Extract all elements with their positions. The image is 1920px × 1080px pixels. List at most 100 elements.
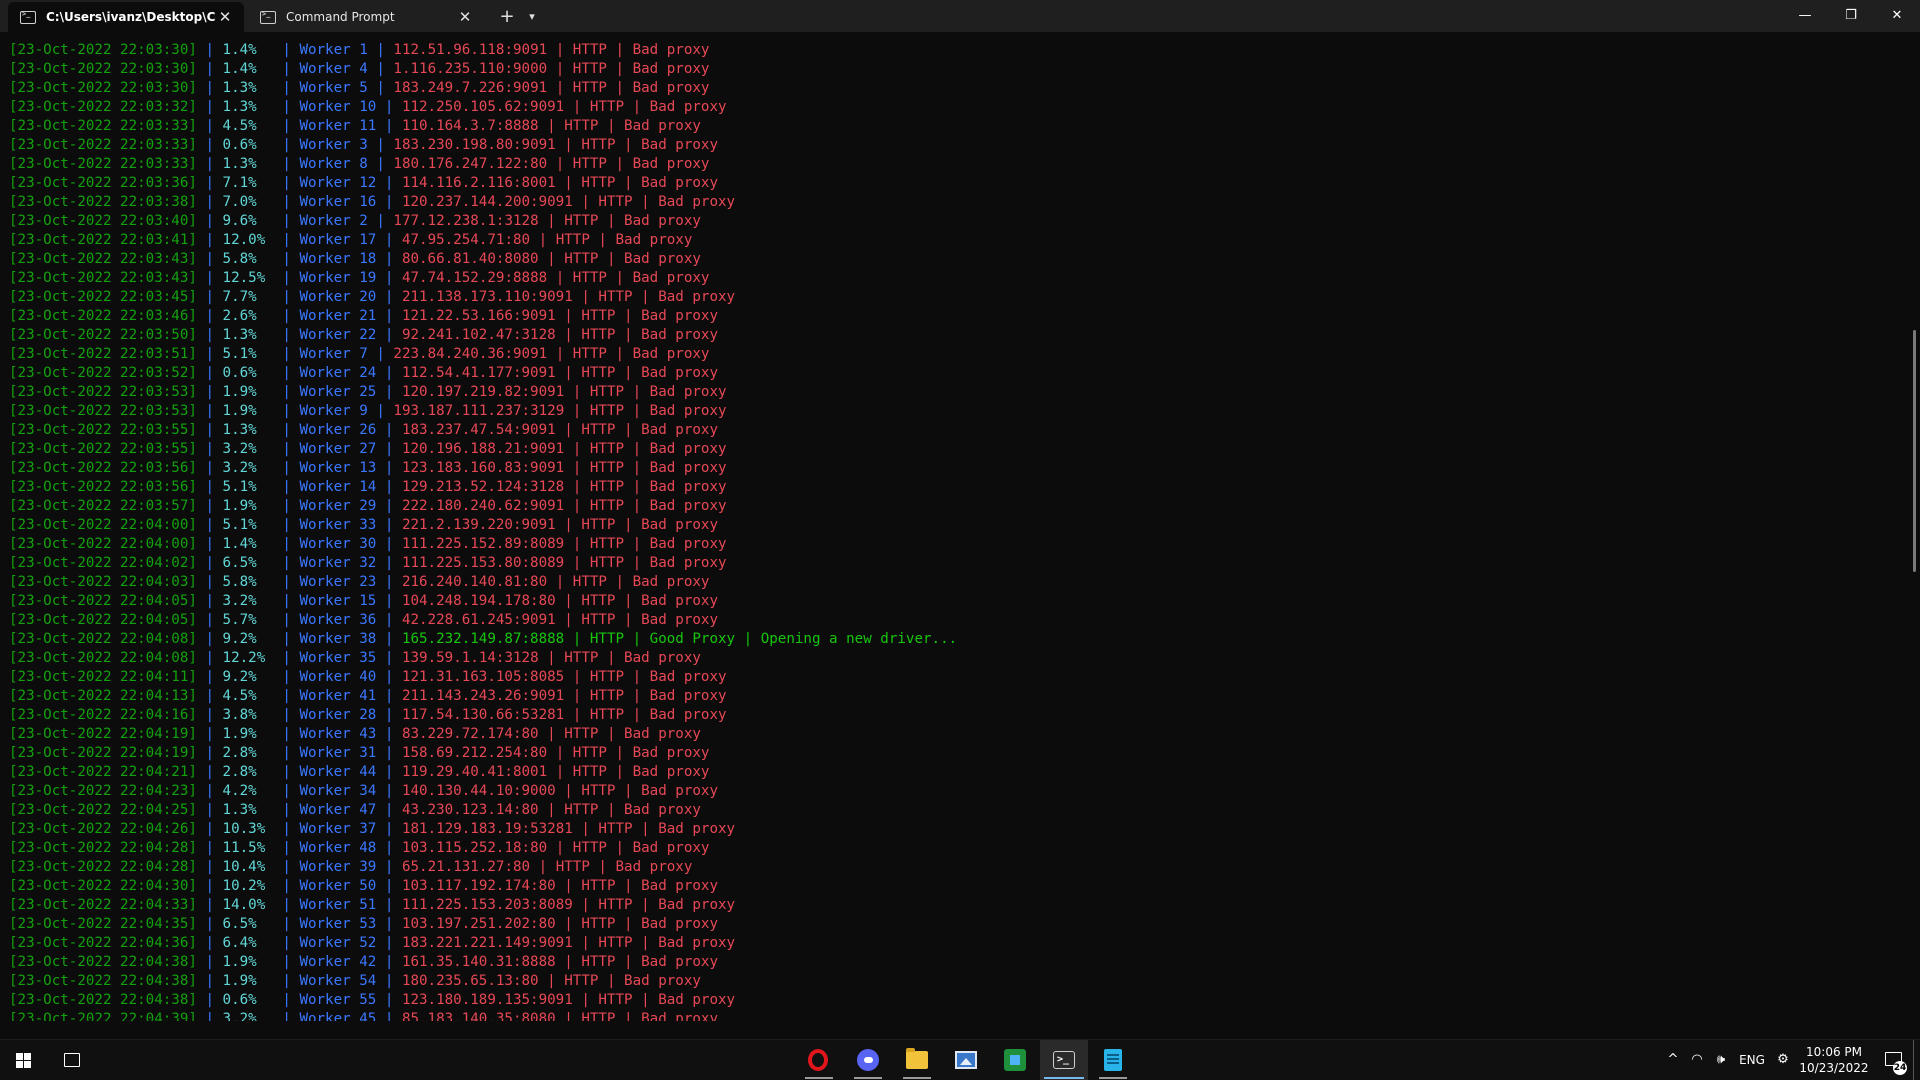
log-protocol: HTTP	[572, 764, 607, 780]
log-separator: |	[376, 745, 402, 761]
notepad-taskbar-button[interactable]	[1089, 1040, 1137, 1080]
start-button[interactable]	[0, 1040, 48, 1080]
log-padding	[257, 612, 283, 628]
log-line: [23-Oct-2022 22:03:33] | 4.5% | Worker 1…	[9, 117, 1900, 136]
system-tray: ^ ◠ 🕪 ENG ⚙ 10:06 PM 10/23/2022 24	[1661, 1040, 1920, 1080]
log-percent: 11.5%	[222, 840, 266, 856]
tab-codi[interactable]: C:\Users\ivanz\Desktop\Codi ✕	[8, 2, 244, 32]
log-proxy: 158.69.212.254:80	[401, 745, 548, 761]
log-protocol: HTTP	[589, 631, 625, 647]
language-indicator[interactable]: ENG	[1733, 1053, 1771, 1067]
log-percent: 12.5%	[222, 270, 266, 286]
store-taskbar-button[interactable]	[991, 1040, 1039, 1080]
log-separator: |	[282, 346, 300, 362]
log-percent: 4.5%	[222, 688, 257, 704]
log-separator: |	[564, 479, 590, 495]
log-separator: |	[538, 650, 565, 666]
log-percent: 5.1%	[222, 346, 257, 362]
log-proxy: 120.197.219.82:9091	[401, 384, 565, 400]
log-separator: |	[367, 61, 394, 77]
scrollbar[interactable]	[1913, 330, 1916, 572]
close-icon[interactable]: ✕	[456, 8, 474, 26]
log-line: [23-Oct-2022 22:04:00] | 5.1% | Worker 3…	[9, 516, 1900, 535]
log-timestamp: [23-Oct-2022 22:03:30]	[9, 61, 197, 77]
log-proxy: 183.237.47.54:9091	[401, 422, 556, 438]
notification-button[interactable]: 24	[1873, 1040, 1913, 1080]
log-proxy: 103.197.251.202:80	[401, 916, 556, 932]
log-worker: Worker 28	[299, 707, 377, 723]
log-line: [23-Oct-2022 22:03:57] | 1.9% | Worker 2…	[9, 497, 1900, 516]
log-worker: Worker 26	[299, 422, 377, 438]
log-separator: |	[196, 498, 223, 514]
log-worker: Worker 13	[299, 460, 377, 476]
log-proxy: 183.249.7.226:9091	[393, 80, 548, 96]
chevron-down-icon[interactable]: ▾	[522, 2, 542, 32]
file-explorer-taskbar-button[interactable]	[893, 1040, 941, 1080]
minimize-button[interactable]: —	[1782, 0, 1828, 32]
log-protocol: HTTP	[589, 441, 625, 457]
show-hidden-icons-icon[interactable]: ^	[1661, 1040, 1685, 1080]
log-separator: |	[196, 631, 223, 647]
log-protocol: HTTP	[589, 498, 625, 514]
log-padding	[257, 992, 283, 1008]
log-timestamp: [23-Oct-2022 22:03:56]	[9, 460, 197, 476]
log-separator: |	[196, 194, 223, 210]
tab-command-prompt[interactable]: Command Prompt ✕	[248, 2, 484, 32]
log-percent: 1.9%	[222, 726, 257, 742]
log-padding	[257, 99, 283, 115]
log-proxy: 120.196.188.21:9091	[401, 441, 565, 457]
log-status: Bad proxy	[632, 764, 710, 780]
new-tab-button[interactable]: +	[492, 2, 522, 32]
log-padding	[257, 593, 283, 609]
log-status: Bad proxy	[649, 555, 727, 571]
log-line: [23-Oct-2022 22:04:38] | 1.9% | Worker 4…	[9, 953, 1900, 972]
log-separator: |	[632, 289, 659, 305]
log-separator: |	[282, 726, 300, 742]
volume-icon[interactable]: 🕪	[1709, 1040, 1733, 1080]
show-desktop-button[interactable]	[1913, 1040, 1920, 1080]
log-protocol: HTTP	[572, 42, 607, 58]
log-separator: |	[196, 346, 223, 362]
log-separator: |	[196, 422, 223, 438]
terminal-output[interactable]: [23-Oct-2022 22:03:30] | 1.4% | Worker 1…	[9, 41, 1900, 1021]
log-separator: |	[538, 251, 565, 267]
photos-taskbar-button[interactable]	[942, 1040, 990, 1080]
log-worker: Worker 5	[299, 80, 368, 96]
log-protocol: HTTP	[564, 726, 599, 742]
log-timestamp: [23-Oct-2022 22:03:57]	[9, 498, 197, 514]
log-line: [23-Oct-2022 22:03:36] | 7.1% | Worker 1…	[9, 174, 1900, 193]
log-separator: |	[376, 707, 402, 723]
log-worker: Worker 44	[299, 764, 377, 780]
log-separator: |	[555, 137, 582, 153]
close-icon[interactable]: ✕	[216, 8, 234, 26]
log-line: [23-Oct-2022 22:03:33] | 0.6% | Worker 3…	[9, 136, 1900, 155]
log-status: Bad proxy	[641, 327, 718, 343]
log-separator: |	[555, 783, 582, 799]
log-line: [23-Oct-2022 22:04:05] | 3.2% | Worker 1…	[9, 592, 1900, 611]
close-window-button[interactable]: ✕	[1874, 0, 1920, 32]
maximize-button[interactable]: ❐	[1828, 0, 1874, 32]
log-protocol: HTTP	[581, 422, 616, 438]
network-icon[interactable]: ◠	[1685, 1040, 1709, 1080]
log-padding	[257, 935, 283, 951]
task-view-button[interactable]	[56, 1040, 88, 1080]
log-separator: |	[282, 327, 300, 343]
log-separator: |	[538, 802, 565, 818]
log-status: Bad proxy	[649, 498, 727, 514]
opera-taskbar-button[interactable]	[795, 1040, 843, 1080]
log-status: Bad proxy	[641, 517, 718, 533]
log-line: [23-Oct-2022 22:03:55] | 3.2% | Worker 2…	[9, 440, 1900, 459]
log-separator: |	[282, 1011, 300, 1021]
log-status: Bad proxy	[641, 783, 718, 799]
log-timestamp: [23-Oct-2022 22:03:52]	[9, 365, 197, 381]
log-separator: |	[376, 498, 402, 514]
log-line: [23-Oct-2022 22:04:30] | 10.2% | Worker …	[9, 877, 1900, 896]
settings-icon[interactable]: ⚙	[1771, 1040, 1795, 1080]
log-status: Bad proxy	[632, 574, 710, 590]
clock[interactable]: 10:06 PM 10/23/2022	[1795, 1044, 1873, 1076]
log-separator: |	[615, 137, 642, 153]
discord-taskbar-button[interactable]	[844, 1040, 892, 1080]
log-proxy: 65.21.131.27:80	[401, 859, 531, 875]
log-status: Bad proxy	[641, 612, 718, 628]
terminal-taskbar-button[interactable]	[1040, 1040, 1088, 1080]
